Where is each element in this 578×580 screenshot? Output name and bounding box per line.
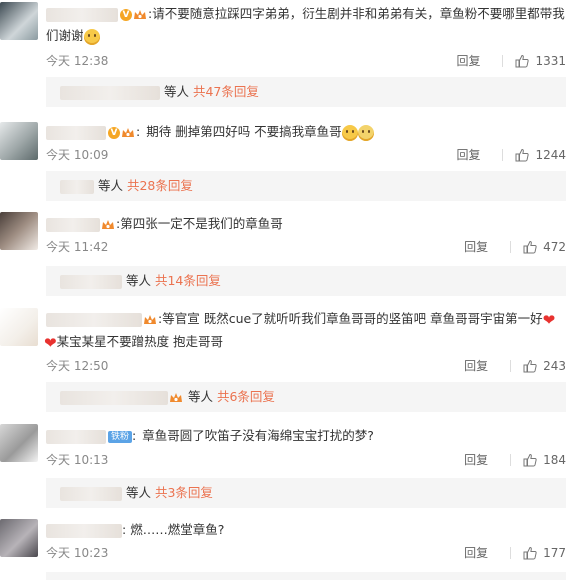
thumbs-up-icon[interactable] <box>523 546 537 560</box>
comment-item: V:请不要随意拉踩四字弟弟，衍生剧并非和弟弟有关，章鱼粉不要哪里都带我 们谢谢 … <box>0 0 578 115</box>
divider <box>510 240 512 253</box>
comment-time: 今天 10:13 <box>46 453 109 467</box>
divider <box>502 54 504 67</box>
like-count: 177 <box>543 545 566 560</box>
crown-icon <box>122 127 134 137</box>
avatar[interactable] <box>0 308 38 346</box>
username-blurred[interactable] <box>46 312 142 327</box>
username-blurred[interactable] <box>46 217 100 232</box>
username-blurred[interactable] <box>46 125 106 140</box>
comment-actions: 回复 177 <box>464 544 566 561</box>
avatar[interactable] <box>0 122 38 160</box>
crown-icon <box>170 392 182 402</box>
avatar[interactable] <box>0 212 38 250</box>
comment-actions: 回复 243 <box>464 357 566 374</box>
divider <box>510 546 512 559</box>
comment-time: 今天 10:23 <box>46 546 109 560</box>
like-count: 472 <box>543 239 566 254</box>
username-blurred[interactable] <box>46 523 122 538</box>
reply-usernames-blurred <box>60 274 122 289</box>
comment-item: :第四张一定不是我们的章鱼哥 今天 11:42 回复 472 等人 共14条回复 <box>0 212 578 302</box>
sub-replies-box[interactable]: 等人 共6条回复 <box>46 382 566 412</box>
comment-time: 今天 11:42 <box>46 240 109 254</box>
sub-replies-box-partial[interactable] <box>46 572 566 580</box>
comment-item: :等官宣 既然cue了就听听我们章鱼哥哥的竖笛吧 章鱼哥哥宇宙第一好❤ ❤某宝某… <box>0 306 578 416</box>
like-count: 1331 <box>535 53 566 68</box>
divider <box>510 453 512 466</box>
comment-item: : 燃……燃堂章鱼? 今天 10:23 回复 177 <box>0 517 578 580</box>
username-blurred[interactable] <box>46 429 106 444</box>
comment-actions: 回复 1331 <box>456 52 566 69</box>
comment-time: 今天 10:09 <box>46 148 109 162</box>
like-count: 184 <box>543 452 566 467</box>
comment-time: 今天 12:38 <box>46 54 109 68</box>
reply-usernames-blurred <box>60 390 168 405</box>
thumbs-up-icon[interactable] <box>515 54 530 68</box>
crown-icon <box>134 9 146 19</box>
fan-badge: 铁粉 <box>108 430 133 443</box>
reply-button[interactable]: 回复 <box>464 544 488 561</box>
comment-text: :等官宣 既然cue了就听听我们章鱼哥哥的竖笛吧 章鱼哥哥宇宙第一好❤ <box>46 309 558 329</box>
sub-replies-box[interactable]: 等人 共47条回复 <box>46 77 566 107</box>
comment-actions: 回复 472 <box>464 238 566 255</box>
comment-item: 铁粉: 章鱼哥圆了吹笛子没有海绵宝宝打扰的梦? 今天 10:13 回复 184 等… <box>0 424 578 514</box>
sub-replies-box[interactable]: 等人 共3条回复 <box>46 478 566 508</box>
thumbs-up-icon[interactable] <box>523 240 537 254</box>
heart-emoji-icon: ❤ <box>542 310 556 329</box>
view-more-replies-link[interactable]: 共14条回复 <box>155 273 221 288</box>
reply-usernames-blurred <box>60 486 122 501</box>
comment-text: V: 期待 删掉第四好吗 不要搞我章鱼哥 <box>46 122 558 142</box>
comment-actions: 回复 1244 <box>456 146 566 163</box>
reply-button[interactable]: 回复 <box>464 451 488 468</box>
cute-emoji-icon <box>357 124 374 141</box>
like-count: 243 <box>543 358 566 373</box>
sub-replies-box[interactable]: 等人 共14条回复 <box>46 266 566 296</box>
view-more-replies-link[interactable]: 共6条回复 <box>217 389 275 404</box>
thinking-emoji-icon <box>341 124 358 141</box>
thumbs-up-icon[interactable] <box>515 148 530 162</box>
thumbs-up-icon[interactable] <box>523 359 537 373</box>
view-more-replies-link[interactable]: 共28条回复 <box>127 178 193 193</box>
reply-button[interactable]: 回复 <box>464 357 488 374</box>
crown-icon <box>102 219 114 229</box>
comment-text: :第四张一定不是我们的章鱼哥 <box>46 214 558 234</box>
avatar[interactable] <box>0 2 38 40</box>
crown-icon <box>144 314 156 324</box>
smile-emoji-icon <box>83 28 100 45</box>
divider <box>502 148 504 161</box>
view-more-replies-link[interactable]: 共47条回复 <box>193 84 259 99</box>
comment-text-continued: ❤某宝某星不要蹭热度 抱走哥哥 <box>44 333 224 352</box>
comment-actions: 回复 184 <box>464 451 566 468</box>
like-count: 1244 <box>535 147 566 162</box>
reply-button[interactable]: 回复 <box>464 238 488 255</box>
comment-time: 今天 12:50 <box>46 359 109 373</box>
comment-item: V: 期待 删掉第四好吗 不要搞我章鱼哥 今天 10:09 回复 1244 等人 … <box>0 120 578 210</box>
reply-usernames-blurred <box>60 179 94 194</box>
heart-emoji-icon: ❤ <box>44 333 57 352</box>
comment-text: V:请不要随意拉踩四字弟弟，衍生剧并非和弟弟有关，章鱼粉不要哪里都带我 <box>46 4 565 24</box>
avatar[interactable] <box>0 519 38 557</box>
verified-icon: V <box>120 8 132 21</box>
thumbs-up-icon[interactable] <box>523 453 537 467</box>
comment-text-continued: 们谢谢 <box>46 26 558 46</box>
comment-text: : 燃……燃堂章鱼? <box>46 520 558 540</box>
reply-button[interactable]: 回复 <box>456 146 480 163</box>
verified-icon: V <box>108 126 120 139</box>
view-more-replies-link[interactable]: 共3条回复 <box>155 485 213 500</box>
avatar[interactable] <box>0 424 38 462</box>
reply-button[interactable]: 回复 <box>456 52 480 69</box>
divider <box>510 359 512 372</box>
sub-replies-box[interactable]: 等人 共28条回复 <box>46 171 566 201</box>
reply-usernames-blurred <box>60 85 160 100</box>
comment-text: 铁粉: 章鱼哥圆了吹笛子没有海绵宝宝打扰的梦? <box>46 426 558 446</box>
username-blurred[interactable] <box>46 7 118 22</box>
